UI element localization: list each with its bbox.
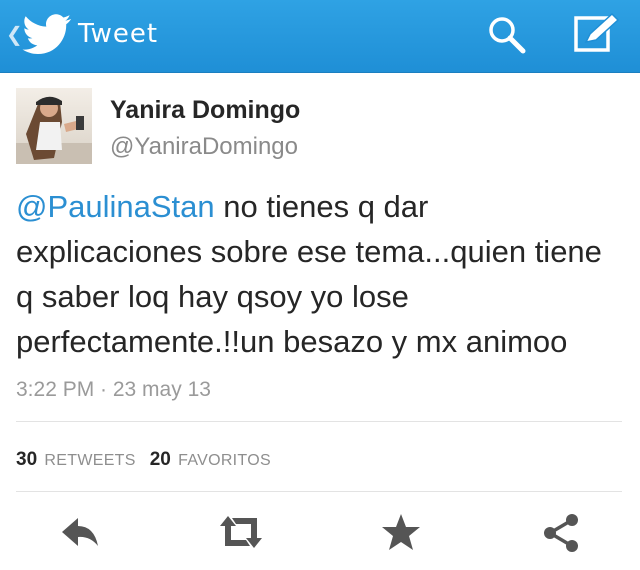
avatar-photo [16,88,92,164]
favorites-label: FAVORITOS [178,452,271,469]
favorites-count: 20 [149,449,171,470]
retweets-label: RETWEETS [44,452,136,469]
search-icon[interactable] [486,14,528,56]
tweet-line-4: perfectamente.!!un besazo y mx animoo [16,324,568,359]
author-handle[interactable]: @YaniraDomingo [110,132,298,162]
share-icon[interactable] [540,512,582,554]
tweet-stats: 30 RETWEETS 20 FAVORITOS [16,446,271,475]
divider [16,491,622,492]
favorites-stat[interactable]: 20 FAVORITOS [150,449,271,470]
app-header: ❮ Tweet [0,0,640,73]
retweets-stat[interactable]: 30 RETWEETS [16,449,136,470]
tweet-line-3: q saber loq hay qsoy yo lose [16,279,409,314]
compose-icon[interactable] [572,12,620,54]
favorite-star-icon[interactable] [380,512,422,552]
tweet-timestamp: 3:22 PM · 23 may 13 [16,378,211,401]
tweet-line-2: explicaciones sobre ese tema...quien tie… [16,234,602,269]
divider [16,421,622,422]
retweets-count: 30 [16,449,38,470]
mention-link[interactable]: @PaulinaStan [16,189,215,224]
retweet-icon[interactable] [216,512,266,552]
twitter-bird-icon[interactable] [22,14,72,56]
reply-icon[interactable] [58,512,102,552]
tweet-line-1: no tienes q dar [214,189,429,224]
avatar[interactable] [16,88,92,164]
back-chevron-icon[interactable]: ❮ [6,22,23,46]
author-name[interactable]: Yanira Domingo [110,94,300,126]
tweet-text: @PaulinaStan no tienes q dar explicacione… [16,184,626,364]
header-title: Tweet [78,19,159,49]
